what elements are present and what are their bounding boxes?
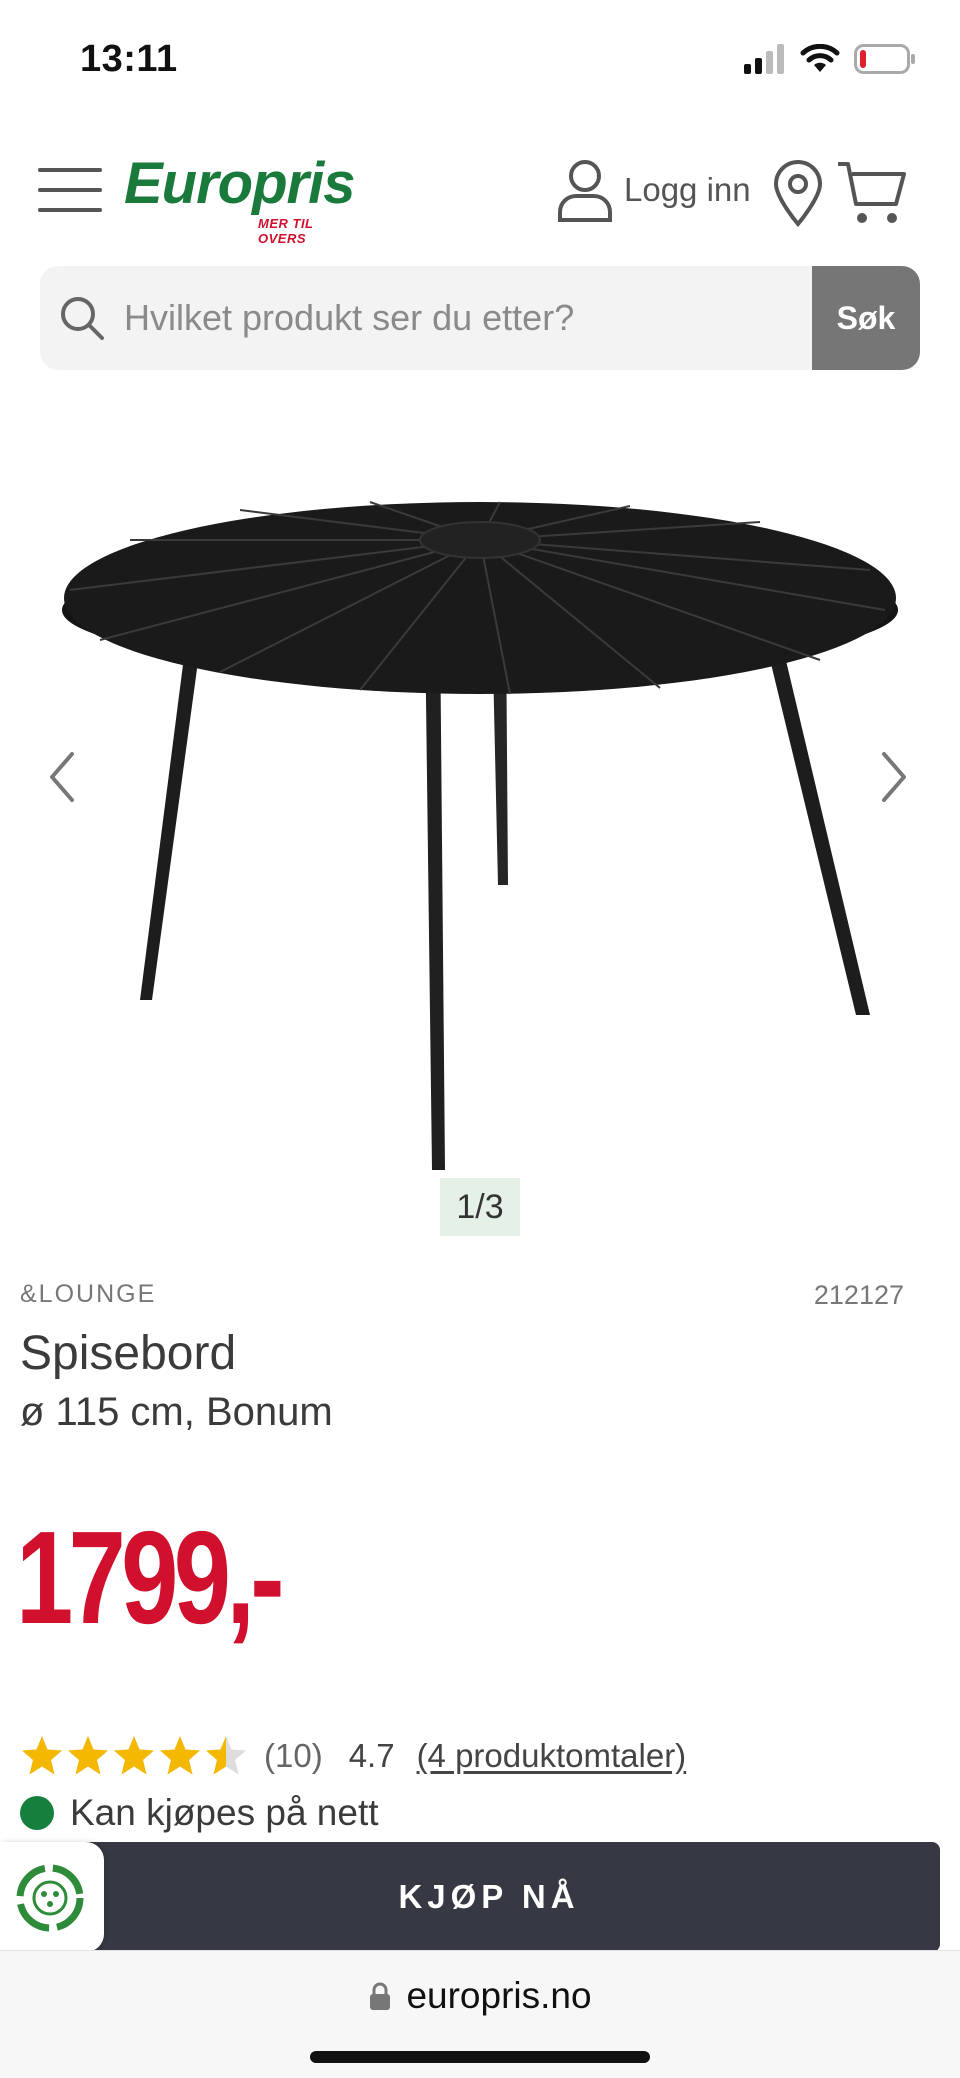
product-brand[interactable]: &LOUNGE bbox=[20, 1280, 156, 1309]
shopping-cart-icon bbox=[838, 162, 906, 223]
buy-now-label: KJØP NÅ bbox=[398, 1878, 580, 1915]
product-rating: (10) 4.7 (4 produktomtaler) bbox=[20, 1732, 686, 1780]
logo-tagline: MER TIL OVERS bbox=[258, 216, 314, 246]
lock-icon bbox=[370, 1982, 391, 2010]
availability-status: Kan kjøpes på nett bbox=[20, 1792, 379, 1834]
status-bar: 13:11 bbox=[0, 0, 960, 120]
battery-icon bbox=[854, 44, 915, 74]
browser-address-bar: europris.no bbox=[0, 1950, 960, 2078]
product-image-gallery: 1/3 bbox=[0, 400, 960, 1240]
previous-image-chevron-icon[interactable] bbox=[40, 740, 84, 814]
search-input[interactable] bbox=[124, 266, 844, 370]
star-icon bbox=[114, 1736, 154, 1775]
location-pin-icon bbox=[773, 160, 823, 228]
url-text: europris.no bbox=[406, 1975, 592, 2016]
buy-now-button[interactable]: KJØP NÅ bbox=[18, 1842, 940, 1952]
availability-label: Kan kjøpes på nett bbox=[70, 1792, 379, 1833]
europris-logo[interactable]: Europris MER TIL OVERS bbox=[120, 150, 360, 246]
search-button[interactable]: Søk bbox=[812, 266, 920, 370]
login-button[interactable]: Logg inn bbox=[556, 158, 751, 222]
product-sku: 212127 bbox=[813, 1280, 904, 1310]
product-title: Spisebord bbox=[20, 1327, 237, 1380]
url-field[interactable]: europris.no bbox=[0, 1975, 960, 2017]
hamburger-menu-icon[interactable] bbox=[38, 154, 104, 212]
image-counter: 1/3 bbox=[440, 1178, 520, 1236]
star-rating bbox=[20, 1734, 248, 1778]
cart-button[interactable] bbox=[836, 160, 908, 226]
next-image-chevron-icon[interactable] bbox=[872, 740, 916, 814]
star-icon bbox=[206, 1736, 246, 1775]
product-price: 1799,- bbox=[16, 1504, 285, 1651]
star-icon bbox=[68, 1736, 108, 1775]
star-icon bbox=[22, 1736, 62, 1775]
status-icons bbox=[744, 44, 916, 74]
status-time: 13:11 bbox=[80, 38, 178, 80]
store-locator-button[interactable] bbox=[772, 160, 824, 228]
user-icon bbox=[558, 160, 612, 222]
rating-average: 4.7 bbox=[348, 1737, 395, 1774]
eco-badge[interactable] bbox=[0, 1842, 104, 1952]
logo-wordmark: Europris bbox=[124, 151, 355, 216]
login-label: Logg inn bbox=[624, 171, 751, 208]
star-icon bbox=[160, 1736, 200, 1775]
search-icon bbox=[61, 297, 104, 340]
reviews-link[interactable]: (4 produktomtaler) bbox=[417, 1737, 687, 1775]
wifi-icon bbox=[800, 44, 840, 72]
rating-count: (10) bbox=[264, 1737, 323, 1774]
recycle-badge-icon bbox=[16, 1864, 84, 1932]
product-image[interactable] bbox=[40, 410, 920, 1190]
product-subtitle: ø 115 cm, Bonum bbox=[20, 1390, 333, 1434]
availability-dot-icon bbox=[20, 1796, 54, 1830]
cellular-signal-icon bbox=[744, 44, 784, 74]
search-bar: Søk bbox=[40, 266, 920, 370]
home-indicator[interactable] bbox=[310, 2051, 650, 2063]
site-header: Europris MER TIL OVERS Logg inn bbox=[0, 140, 960, 260]
